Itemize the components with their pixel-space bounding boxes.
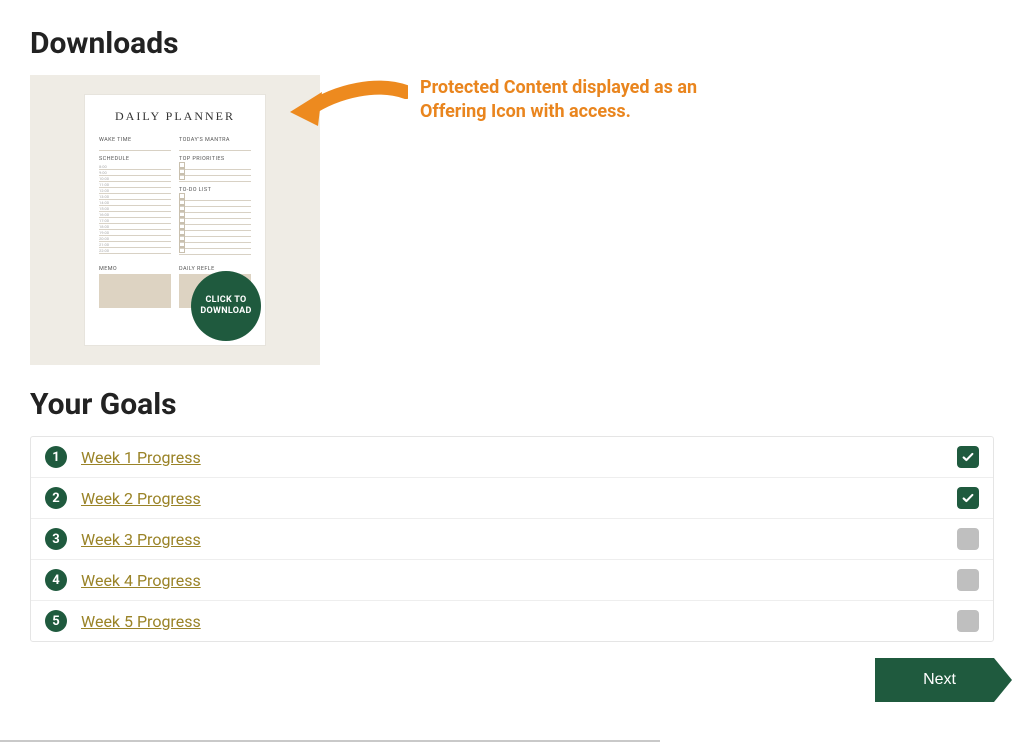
planner-label-reflect: DAILY REFLE: [179, 266, 251, 272]
planner-label-todo: TO-DO LIST: [179, 187, 251, 193]
goal-check-pending-icon[interactable]: [957, 610, 979, 632]
goal-check-pending-icon[interactable]: [957, 569, 979, 591]
planner-label-memo: MEMO: [99, 266, 171, 272]
goal-row[interactable]: 2 Week 2 Progress: [31, 477, 993, 518]
goals-heading: Your Goals: [30, 387, 994, 422]
goal-link[interactable]: Week 3 Progress: [81, 530, 957, 549]
goal-check-done-icon[interactable]: [957, 487, 979, 509]
planner-label-priorities: TOP PRIORITIES: [179, 156, 251, 162]
download-card[interactable]: DAILY PLANNER WAKE TIME SCHEDULE 8:00 9:…: [30, 75, 320, 365]
goal-check-pending-icon[interactable]: [957, 528, 979, 550]
goal-row[interactable]: 5 Week 5 Progress: [31, 600, 993, 641]
planner-label-mantra: TODAY'S MANTRA: [179, 137, 251, 143]
next-button[interactable]: Next: [875, 658, 994, 702]
goal-link[interactable]: Week 4 Progress: [81, 571, 957, 590]
goal-link[interactable]: Week 5 Progress: [81, 612, 957, 631]
planner-thumbnail: DAILY PLANNER WAKE TIME SCHEDULE 8:00 9:…: [85, 95, 265, 345]
goals-list: 1 Week 1 Progress 2 Week 2 Progress 3 We…: [30, 436, 994, 642]
goal-number-badge: 4: [45, 569, 67, 591]
annotation: Protected Content displayed as an Offeri…: [288, 76, 760, 132]
planner-label-schedule: SCHEDULE: [99, 156, 171, 162]
planner-title: DAILY PLANNER: [99, 109, 251, 124]
goal-row[interactable]: 3 Week 3 Progress: [31, 518, 993, 559]
goal-row[interactable]: 1 Week 1 Progress: [31, 437, 993, 477]
download-badge[interactable]: CLICK TO DOWNLOAD: [191, 271, 261, 341]
goal-link[interactable]: Week 2 Progress: [81, 489, 957, 508]
planner-schedule-lines: 8:00 9:00 10:00 11:00 12:00 13:00 14:00 …: [99, 164, 171, 254]
downloads-heading: Downloads: [30, 26, 994, 61]
annotation-text: Protected Content displayed as an Offeri…: [420, 76, 760, 125]
goal-link[interactable]: Week 1 Progress: [81, 448, 957, 467]
goal-number-badge: 5: [45, 610, 67, 632]
planner-label-wake: WAKE TIME: [99, 137, 171, 143]
goal-number-badge: 1: [45, 446, 67, 468]
goal-check-done-icon[interactable]: [957, 446, 979, 468]
goal-row[interactable]: 4 Week 4 Progress: [31, 559, 993, 600]
goal-number-badge: 3: [45, 528, 67, 550]
goal-number-badge: 2: [45, 487, 67, 509]
